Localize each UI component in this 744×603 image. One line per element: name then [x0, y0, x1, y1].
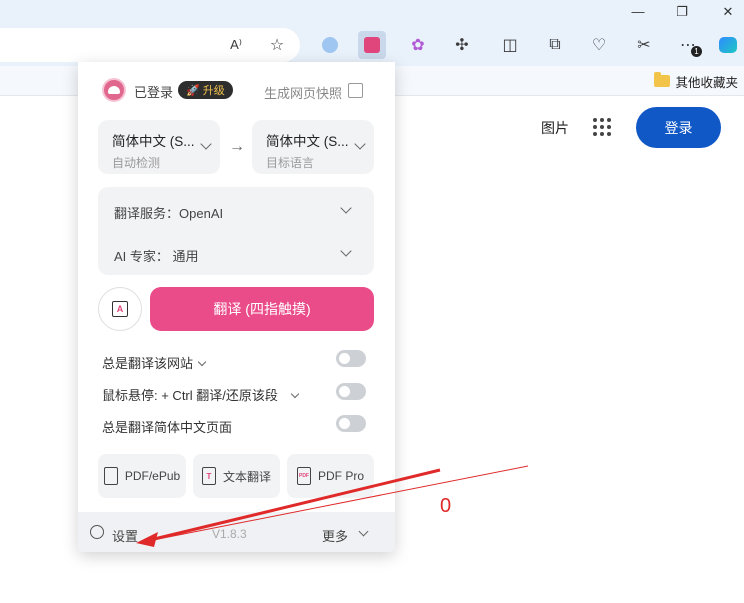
ai-expert-select[interactable]: AI 专家： 通用: [114, 246, 199, 265]
target-language-select[interactable]: 简体中文 (S... 目标语言: [252, 120, 374, 174]
user-avatar[interactable]: [102, 78, 126, 102]
translate-popup: 已登录 🚀 升级 生成网页快照 简体中文 (S... 自动检测 → 简体中文 (…: [78, 62, 395, 552]
translate-button[interactable]: 翻译 (四指触摸): [150, 287, 374, 331]
service-value: OpenAI: [179, 206, 224, 221]
tool-label: 文本翻译: [222, 469, 271, 484]
target-language-title: 简体中文 (S...: [266, 134, 349, 149]
option-always-translate-site[interactable]: 总是翻译该网站: [102, 353, 207, 372]
pdf-pro-button[interactable]: PDF PDF Pro: [287, 454, 374, 498]
translate-extension-icon[interactable]: [358, 31, 386, 59]
toggle-always-translate-site[interactable]: [336, 350, 366, 367]
service-label: 翻译服务：: [114, 206, 180, 221]
extensions-puzzle-icon[interactable]: ✣: [448, 31, 476, 59]
tool-label: PDF/ePub: [124, 469, 181, 483]
split-screen-icon[interactable]: ◫: [496, 31, 524, 59]
upgrade-label: 升级: [202, 85, 225, 97]
login-button[interactable]: 登录: [636, 107, 721, 148]
read-aloud-icon[interactable]: A⁾: [222, 31, 250, 59]
close-button[interactable]: ✕: [716, 2, 740, 22]
copilot-icon[interactable]: [714, 31, 742, 59]
ai-extension-icon[interactable]: ✿: [404, 31, 432, 59]
pdf-epub-button[interactable]: PDF/ePub: [98, 454, 186, 498]
pdf-icon: PDF: [296, 467, 311, 485]
more-menu[interactable]: 更多: [322, 526, 348, 545]
snapshot-link[interactable]: 生成网页快照: [264, 83, 342, 102]
arrow-right-icon: →: [229, 138, 245, 155]
more-options-icon[interactable]: ⋯ 1: [674, 31, 702, 59]
source-language-title: 简体中文 (S...: [112, 134, 195, 149]
screenshot-icon[interactable]: ✂: [630, 31, 658, 59]
option-always-translate-chinese[interactable]: 总是翻译简体中文页面: [102, 417, 232, 436]
browser-essentials-icon[interactable]: ♡: [585, 31, 613, 59]
source-language-select[interactable]: 简体中文 (S... 自动检测: [98, 120, 220, 174]
text-translate-button[interactable]: T 文本翻译: [193, 454, 280, 498]
chevron-down-icon[interactable]: [340, 202, 352, 214]
source-language-subtitle: 自动检测: [112, 156, 161, 170]
toggle-hover-translate[interactable]: [336, 383, 366, 400]
text-icon: T: [201, 467, 216, 485]
target-language-subtitle: 目标语言: [266, 156, 315, 170]
document-icon: [103, 467, 118, 485]
option-label: 总是翻译该网站: [102, 356, 194, 371]
other-favorites-folder[interactable]: 其他收藏夹: [654, 70, 738, 92]
images-link[interactable]: 图片: [541, 118, 569, 138]
option-label: 总是翻译简体中文页面: [102, 420, 233, 435]
logged-in-label: 已登录: [134, 85, 174, 100]
option-label: 鼠标悬停: + Ctrl 翻译/还原该段: [102, 388, 278, 403]
snapshot-icon[interactable]: [348, 83, 363, 98]
folder-icon: [654, 72, 671, 87]
chevron-down-icon: [290, 389, 300, 399]
rocket-icon: 🚀: [186, 84, 200, 97]
minimize-button[interactable]: —: [626, 2, 650, 22]
service-settings-box: 翻译服务：OpenAI AI 专家： 通用: [98, 187, 374, 275]
settings-link[interactable]: 设置: [112, 526, 138, 545]
screenshot-stage: — ❐ ✕ A⁾ ☆ ✿ ✣ ◫ ⧉ ♡ ✂ ⋯ 1 其他收藏夹 图片 登录 已登…: [0, 0, 744, 603]
expert-label: AI 专家：: [114, 249, 169, 264]
hover-translate-button[interactable]: A: [98, 287, 142, 331]
gear-icon[interactable]: [90, 525, 104, 539]
tool-label: PDF Pro: [317, 469, 364, 483]
toggle-always-translate-chinese[interactable]: [336, 415, 366, 432]
maximize-button[interactable]: ❐: [670, 2, 694, 22]
browser-titlebar: — ❐ ✕: [0, 0, 744, 24]
chevron-down-icon[interactable]: [340, 245, 352, 257]
address-bar[interactable]: A⁾ ☆: [0, 28, 300, 62]
upgrade-badge[interactable]: 🚀 升级: [178, 81, 233, 99]
profile-circle-icon[interactable]: [316, 31, 344, 59]
notification-badge: 1: [691, 46, 702, 57]
favorite-star-icon[interactable]: ☆: [263, 31, 291, 59]
version-label: V1.8.3: [212, 527, 247, 541]
other-favorites-label: 其他收藏夹: [675, 75, 738, 90]
apps-grid-icon[interactable]: [593, 118, 611, 136]
translate-text-icon: A: [112, 301, 128, 317]
chevron-down-icon: [197, 357, 207, 367]
expert-value: 通用: [172, 249, 199, 264]
annotation-label: 0: [440, 495, 452, 517]
collections-icon[interactable]: ⧉: [541, 31, 569, 59]
translation-service-select[interactable]: 翻译服务：OpenAI: [114, 203, 223, 222]
option-hover-translate[interactable]: 鼠标悬停: + Ctrl 翻译/还原该段: [102, 385, 300, 404]
